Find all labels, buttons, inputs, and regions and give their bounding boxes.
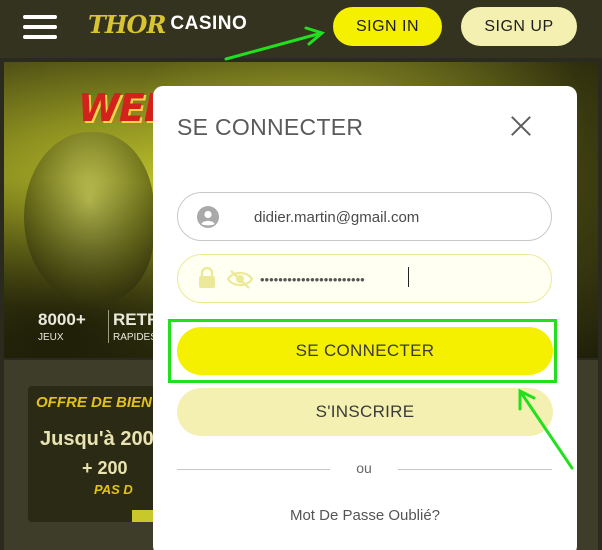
modal-title: SE CONNECTER [177, 114, 364, 140]
login-modal: SE CONNECTER SE CONNECTER S'INSCRIRE ou … [153, 86, 577, 550]
close-icon[interactable] [510, 115, 532, 137]
logo[interactable]: THOR CASINO [88, 8, 247, 40]
lock-icon [199, 267, 215, 288]
top-header: THOR CASINO SIGN IN SIGN UP [0, 0, 602, 58]
promo-extra: + 200 [82, 458, 128, 478]
logo-thor-text: THOR [88, 9, 166, 39]
text-cursor [408, 267, 409, 287]
hero-stat-games-label: JEUX [38, 332, 64, 343]
hero-stat-games: 8000+ JEUX [38, 310, 86, 343]
sign-up-button[interactable]: SIGN UP [461, 7, 577, 46]
hero-stat-games-value: 8000+ [38, 310, 86, 329]
forgot-password-link[interactable]: Mot De Passe Oublié? [177, 507, 553, 524]
email-input[interactable] [254, 207, 534, 227]
promo-note: PAS D [94, 482, 133, 497]
password-field[interactable] [177, 254, 552, 303]
welcome-offer-card[interactable]: OFFRE DE BIENV Jusqu'à 200 + 200 PAS D [28, 386, 158, 522]
user-icon [197, 206, 219, 228]
divider-line-left [177, 469, 330, 470]
eye-slash-icon[interactable] [226, 268, 254, 290]
annotation-highlight-box [168, 319, 557, 383]
divider-line-right [398, 469, 552, 470]
promo-amount: Jusqu'à 200 [40, 428, 154, 450]
promo-title: OFFRE DE BIENV [36, 394, 158, 411]
divider-or-text: ou [356, 460, 372, 476]
email-field[interactable] [177, 192, 552, 241]
register-button[interactable]: S'INSCRIRE [177, 388, 553, 436]
logo-casino-text: CASINO [170, 13, 248, 34]
hamburger-menu-icon[interactable] [23, 15, 57, 39]
sign-in-button[interactable]: SIGN IN [333, 7, 442, 46]
password-input[interactable] [260, 269, 510, 289]
